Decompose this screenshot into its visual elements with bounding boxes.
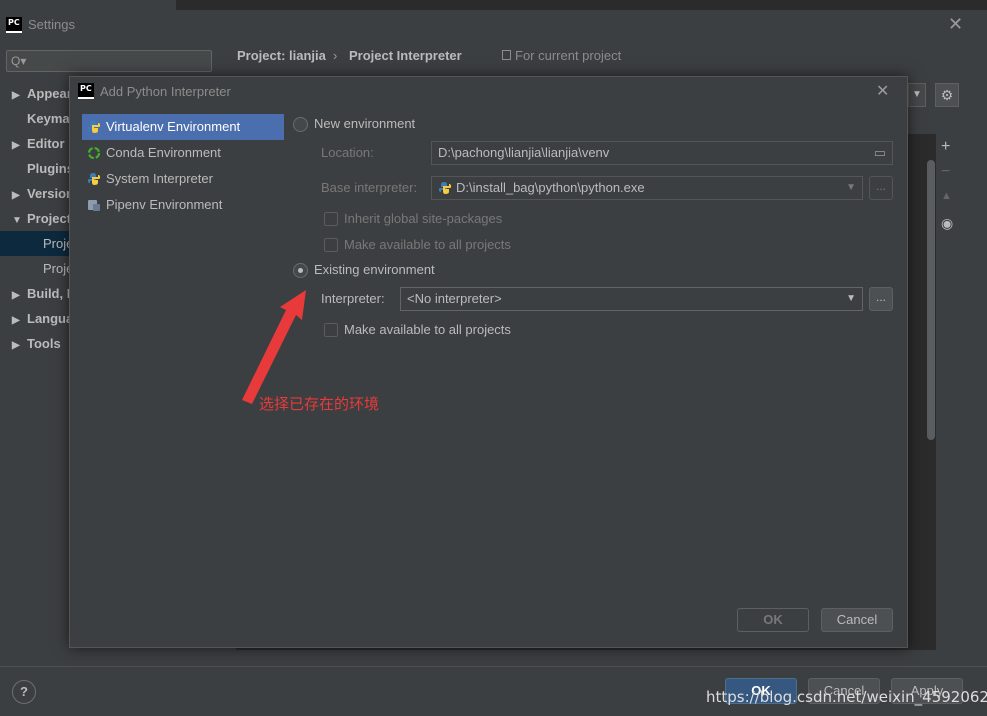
upgrade-package-icon[interactable]: ▲	[941, 190, 952, 202]
expand-arrow-icon: ▶	[12, 340, 20, 351]
env-type-label: Pipenv Environment	[106, 197, 223, 212]
settings-title: Settings	[28, 17, 75, 32]
env-type-label: System Interpreter	[106, 171, 213, 186]
dialog-cancel-button[interactable]: Cancel	[821, 608, 893, 632]
breadcrumb-project: Project: lianjia	[237, 48, 326, 63]
breadcrumb-page: Project Interpreter	[349, 48, 462, 63]
eye-icon[interactable]: ◉	[941, 215, 953, 232]
make-available-existing-label: Make available to all projects	[344, 322, 511, 337]
annotation-arrow	[242, 290, 306, 404]
add-package-icon[interactable]: +	[941, 138, 950, 156]
base-interpreter-label: Base interpreter:	[321, 180, 418, 195]
chevron-down-icon: ▼	[846, 182, 856, 193]
env-type-label: Virtualenv Environment	[106, 119, 241, 134]
sidebar-item-appearance[interactable]: ▶ Appear	[12, 86, 72, 101]
annotation-text: 选择已存在的环境	[259, 395, 380, 413]
project-interpreter-dropdown[interactable]: ▼	[908, 83, 926, 107]
existing-environment-label: Existing environment	[314, 262, 435, 277]
remove-package-icon[interactable]: −	[941, 163, 950, 181]
chevron-down-icon: ▼	[846, 293, 856, 304]
background-strip	[176, 0, 987, 10]
new-environment-label: New environment	[314, 116, 416, 131]
python-icon	[438, 182, 452, 194]
sidebar-item-keymap[interactable]: Keymap	[12, 111, 78, 126]
base-interpreter-browse-button[interactable]: ...	[869, 176, 893, 200]
make-available-new-checkbox[interactable]	[324, 238, 338, 252]
make-available-existing-checkbox[interactable]	[324, 323, 338, 337]
env-type-pipenv[interactable]: Pipenv Environment	[82, 192, 284, 218]
sidebar-item-build[interactable]: ▶ Build, E	[12, 286, 75, 301]
copy-icon	[502, 50, 511, 60]
location-label: Location:	[321, 145, 374, 160]
settings-close-icon[interactable]: ✕	[948, 14, 963, 35]
sidebar-item-plugins[interactable]: Plugins	[12, 161, 74, 176]
expand-arrow-icon: ▶	[12, 290, 20, 301]
sidebar-item-version-control[interactable]: ▶ Version	[12, 186, 74, 201]
collapse-arrow-icon: ▼	[12, 215, 22, 226]
for-current-project-note: For current project	[515, 48, 622, 63]
settings-search-input[interactable]: Q▾	[6, 50, 212, 72]
pycharm-logo-icon: PC	[78, 83, 94, 99]
table-scrollbar[interactable]	[927, 160, 935, 440]
dialog-title: Add Python Interpreter	[100, 84, 231, 99]
env-type-conda[interactable]: Conda Environment	[82, 140, 284, 166]
base-interpreter-dropdown[interactable]: D:\install_bag\python\python.exe ▼	[431, 176, 863, 200]
interpreter-dropdown[interactable]: <No interpreter> ▼	[400, 287, 863, 311]
env-type-virtualenv[interactable]: Virtualenv Environment	[82, 114, 284, 140]
make-available-new-label: Make available to all projects	[344, 237, 511, 252]
folder-icon[interactable]: ▭	[874, 142, 886, 164]
python-icon	[87, 173, 101, 185]
inherit-packages-checkbox[interactable]	[324, 212, 338, 226]
location-field[interactable]: D:\pachong\lianjia\lianjia\venv ▭	[431, 141, 893, 165]
help-button[interactable]: ?	[12, 680, 36, 704]
expand-arrow-icon: ▶	[12, 90, 20, 101]
watermark: https://blog.csdn.net/weixin_45920625	[706, 688, 987, 706]
expand-arrow-icon: ▶	[12, 190, 20, 201]
pipenv-icon	[88, 200, 100, 211]
dialog-close-icon[interactable]: ✕	[876, 81, 889, 101]
conda-icon	[87, 146, 101, 160]
existing-environment-radio[interactable]	[293, 263, 308, 278]
sidebar-item-editor[interactable]: ▶ Editor	[12, 136, 65, 151]
pycharm-logo-icon: PC	[6, 17, 22, 33]
env-type-system[interactable]: System Interpreter	[82, 166, 284, 192]
env-type-label: Conda Environment	[106, 145, 221, 160]
python-icon	[87, 121, 101, 133]
breadcrumb-separator: ›	[333, 48, 338, 63]
interpreter-label: Interpreter:	[321, 291, 385, 306]
sidebar-item-tools[interactable]: ▶ Tools	[12, 336, 61, 351]
sidebar-item-project[interactable]: ▼ Project	[12, 211, 71, 226]
expand-arrow-icon: ▶	[12, 140, 20, 151]
new-environment-radio[interactable]	[293, 117, 308, 132]
packages-toolbar	[936, 134, 962, 650]
sidebar-item-languages[interactable]: ▶ Langua	[12, 311, 73, 326]
expand-arrow-icon: ▶	[12, 315, 20, 326]
gear-icon[interactable]: ⚙	[935, 83, 959, 107]
dialog-ok-button[interactable]: OK	[737, 608, 809, 632]
interpreter-browse-button[interactable]: ...	[869, 287, 893, 311]
inherit-packages-label: Inherit global site-packages	[344, 211, 503, 226]
